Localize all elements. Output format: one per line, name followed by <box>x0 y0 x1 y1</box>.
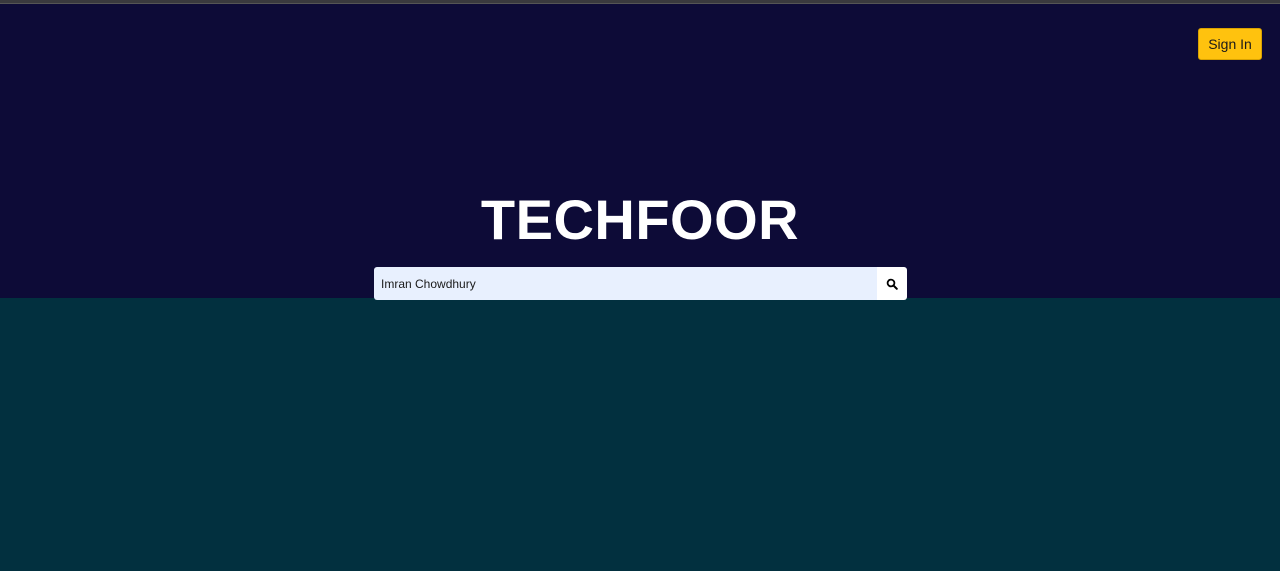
search-bar <box>374 267 907 300</box>
search-icon <box>886 278 898 290</box>
search-input[interactable] <box>374 267 877 300</box>
search-button[interactable] <box>877 267 907 300</box>
sign-in-button[interactable]: Sign In <box>1198 28 1262 60</box>
hero-section: Sign In TECHFOOR <box>0 4 1280 298</box>
site-title: TECHFOOR <box>480 188 800 251</box>
content-section <box>0 298 1280 571</box>
